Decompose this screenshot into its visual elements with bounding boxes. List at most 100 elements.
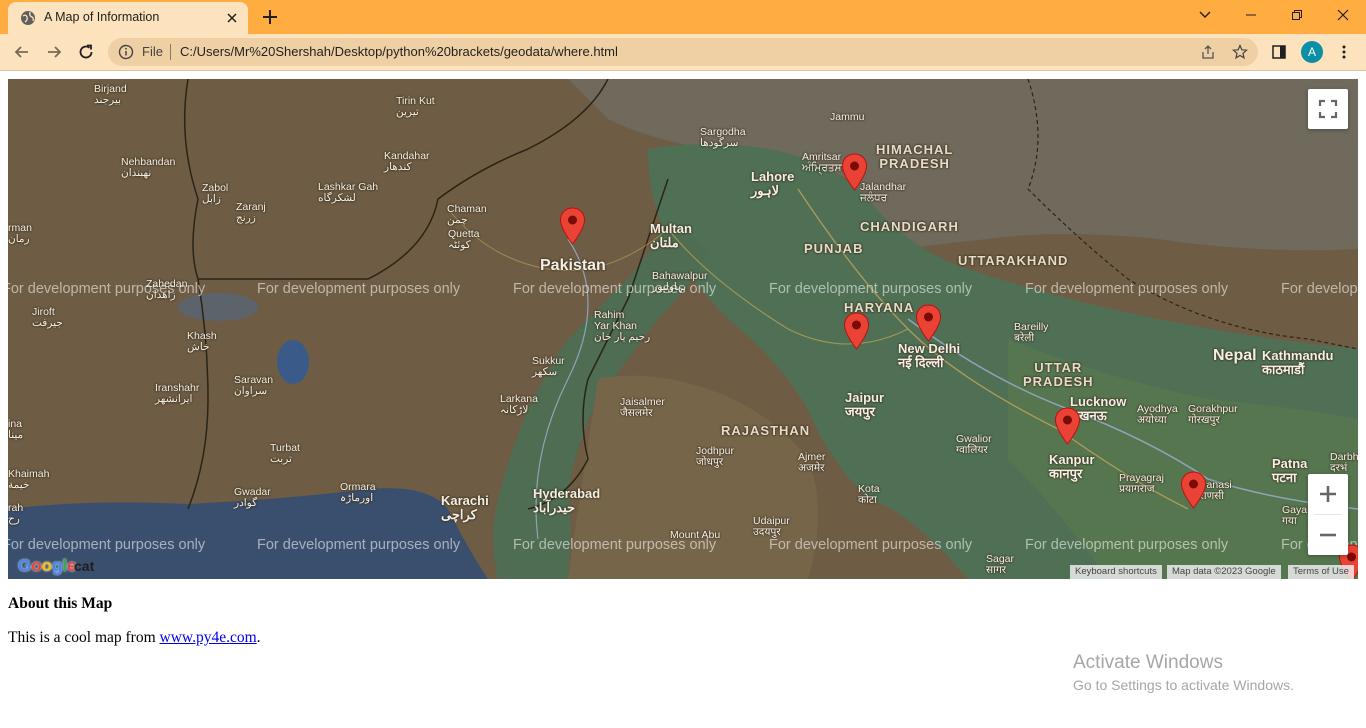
minus-icon <box>1320 533 1336 537</box>
tab-map-of-information[interactable]: A Map of Information <box>8 2 248 34</box>
google-logo-text: Google <box>18 556 77 575</box>
map-marker-pin[interactable] <box>841 153 868 191</box>
place-kandahar: Kandahar کندهار <box>384 150 430 174</box>
new-tab-icon[interactable] <box>258 6 282 28</box>
place-birjand: Birjand بیرجند <box>94 83 127 107</box>
toolbar-divider <box>0 70 1366 71</box>
google-logo[interactable]: Google <box>18 556 77 576</box>
map-marker-pin[interactable] <box>915 304 942 342</box>
share-icon[interactable] <box>1200 44 1216 60</box>
info-icon[interactable] <box>118 44 134 60</box>
reload-button[interactable] <box>74 40 98 64</box>
py4e-link[interactable]: www.py4e.com <box>160 629 257 646</box>
profile-avatar[interactable]: A <box>1301 41 1323 63</box>
side-panel-button[interactable] <box>1269 42 1289 62</box>
zoom-out-button[interactable] <box>1308 515 1348 555</box>
fullscreen-icon <box>1318 99 1338 119</box>
place-quetta: Quetta کوئٹہ <box>448 228 480 252</box>
place-multan: Multan ملتان <box>650 221 692 250</box>
menu-button[interactable] <box>1334 42 1354 62</box>
arrow-right-icon <box>48 46 62 58</box>
place-lahore: Lahore لاہور <box>751 169 795 198</box>
place-nehbandan: Nehbandan نهبندان <box>121 156 176 180</box>
place-himachal: HIMACHAL PRADESH <box>876 142 954 171</box>
reload-icon <box>79 44 93 59</box>
place-sargodha: Sargodha سرگودھا <box>700 126 746 150</box>
minimize-button[interactable] <box>1228 0 1274 30</box>
place-chaman: Chaman چمن <box>447 203 487 227</box>
place-rajasthan: RAJASTHAN <box>721 423 811 438</box>
restore-button[interactable] <box>1274 0 1320 30</box>
about-paragraph: This is a cool map from www.py4e.com. <box>8 629 261 647</box>
globe-icon <box>21 11 35 25</box>
url-text[interactable]: C:/Users/Mr%20Shershah/Desktop/python%20… <box>180 44 618 59</box>
map-marker-pin[interactable] <box>1054 407 1081 445</box>
place-sukkur: Sukkur سکھر <box>532 355 565 379</box>
place-punjab: PUNJAB <box>804 241 864 256</box>
place-darbh: Darbh दरभं <box>1330 451 1358 475</box>
star-bookmark-icon[interactable] <box>1232 44 1248 60</box>
more-vertical-icon <box>1342 45 1346 59</box>
place-kota: Kota कोटा <box>858 483 880 507</box>
minimize-icon <box>1246 14 1256 16</box>
tab-search-button[interactable] <box>1182 0 1228 30</box>
zoom-in-button[interactable] <box>1308 474 1348 514</box>
dev-watermark: For development purposes only <box>257 281 461 297</box>
activate-windows-title: Activate Windows <box>1073 652 1223 673</box>
place-prayagraj: Prayagraj प्रयागराज <box>1119 472 1164 496</box>
place-saravan: Saravan سراوان <box>234 374 274 398</box>
place-jaipur: Jaipur जयपुर <box>845 390 885 419</box>
place-gaya: Gaya गया <box>1282 504 1308 528</box>
place-khaimah: Khaimah خيمة <box>8 468 50 492</box>
place-ormara: Ormara اورماڑہ <box>340 481 376 505</box>
terms-of-use-link[interactable]: Terms of Use <box>1288 565 1354 579</box>
close-tab-icon[interactable] <box>224 10 240 26</box>
chevron-down-icon <box>1199 11 1211 18</box>
place-jiroft: Jiroft جیرفت <box>32 306 63 330</box>
map-terrain <box>8 79 1358 579</box>
place-jodhpur: Jodhpur जोधपुर <box>696 445 734 469</box>
address-separator <box>170 44 171 60</box>
forward-button[interactable] <box>42 40 66 64</box>
place-jaisalmer: Jaisalmer जैसलमेर <box>620 396 665 420</box>
close-icon <box>1337 9 1349 21</box>
address-bar[interactable]: File C:/Users/Mr%20Shershah/Desktop/pyth… <box>108 38 1258 66</box>
dev-watermark: For development purposes only <box>1281 281 1358 297</box>
arrow-left-icon <box>14 46 28 58</box>
dev-watermark: For development purposes only <box>1025 537 1229 553</box>
dev-watermark: For development purposes only <box>769 281 973 297</box>
place-jammu: Jammu <box>830 111 865 123</box>
tab-strip: A Map of Information <box>0 0 1366 34</box>
place-mina: ina مینا <box>8 418 24 442</box>
back-button[interactable] <box>10 40 34 64</box>
place-kathmandu: Kathmandu काठमाडौं <box>1262 348 1334 377</box>
restore-icon <box>1292 10 1302 20</box>
activate-windows-subtitle: Go to Settings to activate Windows. <box>1073 677 1294 693</box>
map-marker-pin[interactable] <box>843 312 870 350</box>
map-marker-pin[interactable] <box>559 207 586 245</box>
plus-icon <box>1320 486 1336 502</box>
place-zaranj: Zaranj زرنج <box>236 201 266 225</box>
dev-watermark: For development purposes only <box>8 537 206 553</box>
dev-watermark: For development purposes only <box>1025 281 1229 297</box>
place-khash: Khash خاش <box>187 330 217 354</box>
zoom-controls <box>1308 474 1348 555</box>
place-turbat: Turbat تربت <box>270 442 300 466</box>
close-window-button[interactable] <box>1320 0 1366 30</box>
place-tirinkut: Tirin Kut تیرین <box>396 95 435 119</box>
dev-watermark: For development purposes only <box>257 537 461 553</box>
map-marker-pin[interactable] <box>1180 471 1207 509</box>
dev-watermark: For development purposes only <box>513 537 717 553</box>
about-heading: About this Map <box>8 595 113 612</box>
place-gwadar: Gwadar گوادر <box>234 486 271 510</box>
google-map[interactable]: Birjand بیرجند Tirin Kut تیرین Nehbandan… <box>8 79 1358 579</box>
place-larkana: Larkana لاڑکانہ <box>500 393 538 417</box>
keyboard-shortcuts-link[interactable]: Keyboard shortcuts <box>1070 565 1162 579</box>
place-chandigarh: CHANDIGARH <box>860 219 959 234</box>
place-bareilly: Bareilly बरेली <box>1014 321 1049 345</box>
place-uttarakhand: UTTARAKHAND <box>958 253 1069 268</box>
place-rman: rman رمان <box>8 222 32 246</box>
place-iranshahr: Iranshahr ایرانشهر <box>155 382 200 406</box>
fullscreen-button[interactable] <box>1308 89 1348 129</box>
place-nepal: Nepal <box>1213 347 1257 364</box>
